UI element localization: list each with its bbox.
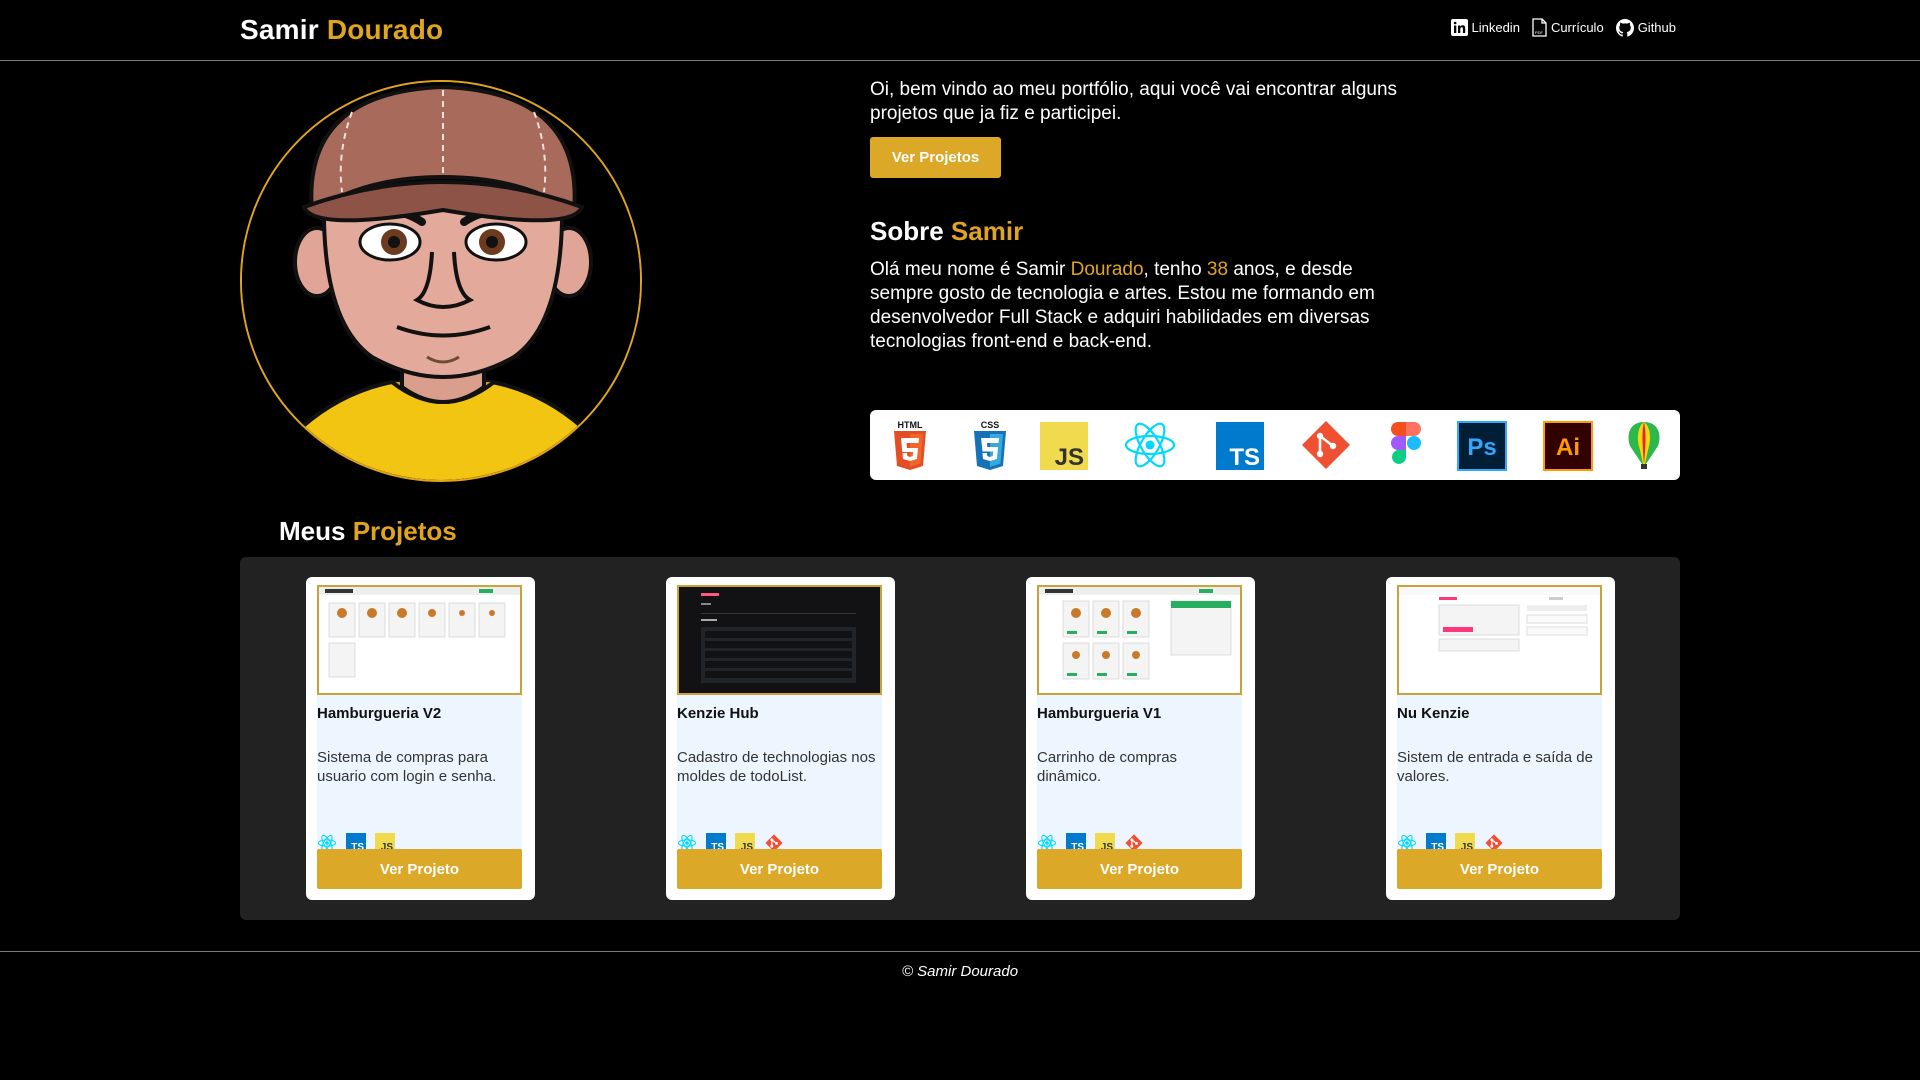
view-project-button[interactable]: Ver Projeto (1037, 849, 1242, 889)
javascript-icon: JS (1040, 422, 1088, 471)
cartoon-portrait-illustration (242, 82, 640, 480)
project-description: Carrinho de compras dinâmico. (1037, 749, 1178, 785)
project-thumbnail[interactable] (677, 585, 882, 695)
illustrator-icon: Ai (1543, 421, 1593, 471)
hamburgueria-v1-screenshot (1039, 587, 1240, 680)
projects-panel: Hamburgueria V2 Sistema de compras para … (240, 557, 1680, 920)
top-nav: Linkedin PDF Currículo Github (1450, 18, 1676, 37)
project-card: Kenzie Hub Cadastro de technologias nos … (666, 577, 895, 900)
html5-icon: HTML (894, 420, 926, 470)
photoshop-label: Ps (1467, 434, 1496, 461)
project-thumbnail[interactable] (317, 585, 522, 695)
svg-text:PDF: PDF (1535, 30, 1544, 35)
tech-stack-strip: HTML CSS JS TS Ps Ai (870, 410, 1680, 480)
project-description: Sistem de entrada e saída de valores. (1397, 749, 1593, 785)
github-icon (1615, 18, 1634, 37)
css3-icon: CSS (974, 420, 1006, 470)
project-thumbnail[interactable] (1037, 585, 1242, 695)
project-card: Nu Kenzie Sistem de entrada e saída de v… (1386, 577, 1615, 900)
nav-label-curriculo: Currículo (1550, 20, 1604, 35)
typescript-icon: TS (1216, 422, 1264, 471)
about-text-1: Olá meu nome é Samir (870, 259, 1071, 280)
footer-copyright: © Samir Dourado (901, 963, 1019, 980)
view-project-button[interactable]: Ver Projeto (1397, 849, 1602, 889)
project-title: Hamburgueria V2 (317, 705, 442, 722)
pdf-file-icon: PDF (1532, 18, 1547, 37)
project-card: Hamburgueria V1 Carrinho de compras dinâ… (1026, 577, 1255, 900)
brand-logo[interactable]: Samir Dourado (240, 14, 443, 46)
project-card-body: Hamburgueria V1 Carrinho de compras dinâ… (1037, 585, 1242, 887)
javascript-label: JS (1055, 444, 1084, 471)
view-project-button[interactable]: Ver Projeto (677, 849, 882, 889)
view-projects-button[interactable]: Ver Projetos (870, 137, 1001, 178)
about-title-first: Sobre (870, 216, 944, 246)
photoshop-icon: Ps (1457, 421, 1507, 471)
about-text: Olá meu nome é Samir Dourado, tenho 38 a… (870, 258, 1390, 354)
nav-label-github: Github (1637, 20, 1676, 35)
illustrator-label: Ai (1556, 434, 1580, 461)
project-description: Sistema de compras para usuario com logi… (317, 749, 497, 785)
figma-icon (1391, 422, 1421, 464)
nav-link-github[interactable]: Github (1615, 18, 1676, 37)
about-text-accent-surname: Dourado (1070, 259, 1144, 280)
typescript-label: TS (1229, 444, 1260, 471)
about-text-accent-age: 38 (1206, 259, 1229, 280)
project-thumbnail[interactable] (1397, 585, 1602, 695)
about-title: Sobre Samir (870, 216, 1023, 247)
nu-kenzie-screenshot (1399, 587, 1600, 652)
welcome-text: Oi, bem vindo ao meu portfólio, aqui voc… (870, 79, 1398, 124)
nav-link-curriculo[interactable]: PDF Currículo (1532, 18, 1604, 37)
react-icon (1124, 422, 1176, 468)
project-card-body: Kenzie Hub Cadastro de technologias nos … (677, 585, 882, 887)
projects-title-first: Meus (279, 516, 346, 546)
git-icon (1302, 421, 1350, 469)
project-card-body: Hamburgueria V2 Sistema de compras para … (317, 585, 522, 887)
kenzie-hub-screenshot (679, 587, 880, 693)
about-title-accent: Samir (950, 216, 1024, 246)
footer-divider (0, 951, 1920, 952)
projects-title: Meus Projetos (279, 516, 457, 547)
nav-link-linkedin[interactable]: Linkedin (1450, 19, 1520, 36)
html5-label: HTML (898, 420, 923, 430)
project-description: Cadastro de technologias nos moldes de t… (677, 749, 876, 785)
project-card-body: Nu Kenzie Sistem de entrada e saída de v… (1397, 585, 1602, 887)
project-title: Hamburgueria V1 (1037, 705, 1162, 722)
about-text-2: , tenho (1143, 259, 1207, 280)
coreldraw-icon (1628, 422, 1660, 469)
linkedin-icon (1450, 19, 1468, 36)
brand-last-name: Dourado (326, 14, 444, 45)
nav-label-linkedin: Linkedin (1471, 20, 1520, 35)
project-title: Kenzie Hub (677, 705, 759, 722)
site-header: Samir Dourado Linkedin PDF Currículo Git… (0, 0, 1920, 61)
profile-avatar (240, 80, 642, 482)
projects-title-accent: Projetos (352, 516, 457, 546)
hamburgueria-v2-screenshot (319, 587, 520, 678)
css3-label: CSS (981, 420, 1000, 430)
view-project-button[interactable]: Ver Projeto (317, 849, 522, 889)
brand-first-name: Samir (240, 14, 319, 45)
project-title: Nu Kenzie (1397, 705, 1470, 722)
project-card: Hamburgueria V2 Sistema de compras para … (306, 577, 535, 900)
